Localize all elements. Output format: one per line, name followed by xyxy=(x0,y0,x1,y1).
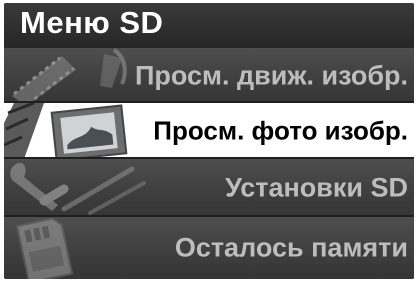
photo-frame-icon xyxy=(4,103,128,159)
menu-panel: Меню SD Просм. движ. изобр. Просм. фото … xyxy=(4,3,414,279)
menu-item-label: Установки SD xyxy=(225,172,408,203)
menu-item-sd-settings[interactable]: Установки SD xyxy=(4,159,414,217)
menu-item-remaining-memory[interactable]: Осталось памяти xyxy=(4,217,414,279)
menu-item-label: Осталось памяти xyxy=(174,232,408,263)
menu-item-label: Просм. фото изобр. xyxy=(153,115,408,146)
tools-icon xyxy=(10,162,146,215)
menu-item-movie-playback[interactable]: Просм. движ. изобр. xyxy=(4,48,414,103)
film-strip-icon xyxy=(12,48,127,103)
sd-menu-screen: Меню SD Просм. движ. изобр. Просм. фото … xyxy=(0,0,418,281)
sd-card-icon xyxy=(15,217,74,279)
menu-item-photo-playback[interactable]: Просм. фото изобр. xyxy=(4,103,414,159)
menu-header: Меню SD xyxy=(4,3,414,48)
menu-title: Меню SD xyxy=(20,5,164,40)
menu-item-label: Просм. движ. изобр. xyxy=(134,60,408,90)
